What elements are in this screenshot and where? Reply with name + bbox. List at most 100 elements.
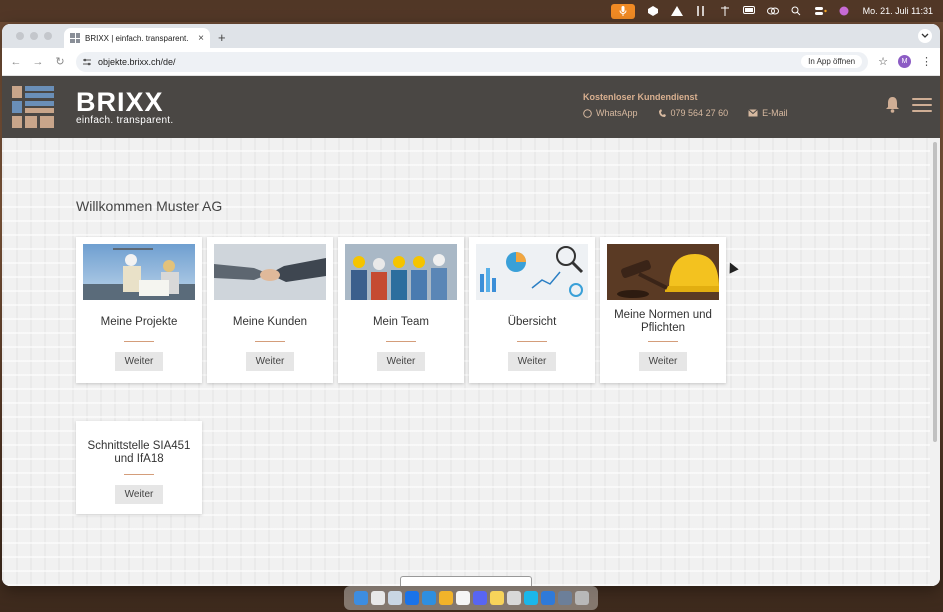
- card-uebersicht[interactable]: Übersicht Weiter: [469, 237, 595, 383]
- new-tab-button[interactable]: +: [218, 30, 226, 45]
- search-icon[interactable]: [791, 6, 803, 16]
- welcome-heading: Willkommen Muster AG: [76, 198, 223, 214]
- weiter-button-projekte[interactable]: Weiter: [114, 352, 164, 371]
- weiter-button-schnittstelle[interactable]: Weiter: [114, 485, 164, 504]
- tools-icon[interactable]: [695, 6, 707, 16]
- browser-window: BRIXX | einfach. transparent. × + ← → ↻ …: [2, 24, 940, 586]
- card-title: Meine Kunden: [232, 315, 308, 328]
- customer-service: Kostenloser Kundendienst WhatsApp 079 56…: [583, 92, 788, 118]
- launchpad-icon[interactable]: [370, 591, 385, 605]
- scrollbar-thumb[interactable]: [933, 142, 937, 442]
- card-title: Meine Normen und Pflichten: [614, 309, 712, 334]
- zoom-window-button[interactable]: [44, 32, 52, 40]
- weiter-button-kunden[interactable]: Weiter: [245, 352, 295, 371]
- brand[interactable]: BRIXX einfach. transparent.: [76, 86, 174, 126]
- site-header: BRIXX einfach. transparent. Kostenloser …: [2, 76, 940, 138]
- handshake-photo: [214, 244, 326, 300]
- card-meine-projekte[interactable]: Meine Projekte Weiter: [76, 237, 202, 383]
- service-title: Kostenloser Kundendienst: [583, 92, 698, 102]
- vimeo-icon[interactable]: [523, 591, 538, 605]
- drive-icon[interactable]: [670, 6, 683, 16]
- extension-icon[interactable]: [647, 6, 659, 16]
- url-text[interactable]: objekte.brixx.ch/de/: [98, 57, 176, 67]
- card-schnittstelle[interactable]: Schnittstelle SIA451 und IfA18 Weiter: [76, 421, 202, 514]
- card-divider: [386, 341, 416, 342]
- window-controls: [16, 32, 52, 40]
- reload-icon[interactable]: ↻: [54, 55, 66, 68]
- open-in-app-button[interactable]: In App öffnen: [801, 55, 863, 68]
- mail-at-icon[interactable]: [387, 591, 402, 605]
- address-bar[interactable]: objekte.brixx.ch/de/ In App öffnen: [76, 51, 869, 72]
- cloud-icon[interactable]: [540, 591, 555, 605]
- phone-icon: [658, 108, 666, 117]
- brand-tagline: einfach. transparent.: [76, 114, 174, 126]
- dashboard-content: Willkommen Muster AG Meine Projekte Weit…: [2, 138, 930, 586]
- web-page: BRIXX einfach. transparent. Kostenloser …: [2, 76, 940, 586]
- link-icon[interactable]: [766, 6, 779, 16]
- email-label: E-Mail: [762, 108, 788, 118]
- card-meine-kunden[interactable]: Meine Kunden Weiter: [207, 237, 333, 383]
- battery-icon[interactable]: [742, 6, 755, 16]
- notification-bell-icon[interactable]: [885, 96, 900, 113]
- whatsapp-link[interactable]: WhatsApp: [583, 108, 638, 118]
- dock-tooltip: [400, 576, 532, 586]
- browser-toolbar: ← → ↻ objekte.brixx.ch/de/ In App öffnen…: [2, 48, 940, 76]
- page-scrollbar[interactable]: [930, 138, 940, 586]
- charts-magnifier-photo: [476, 244, 588, 300]
- macos-dock: [344, 586, 598, 610]
- whatsapp-icon: [583, 108, 592, 118]
- discord-icon[interactable]: [472, 591, 487, 605]
- brixx-favicon-icon: [70, 33, 80, 43]
- phone-number: 079 564 27 60: [670, 108, 729, 118]
- close-tab-icon[interactable]: ×: [198, 33, 204, 44]
- app-icon[interactable]: [404, 591, 419, 605]
- card-title: Mein Team: [372, 315, 430, 328]
- macos-menubar: Mo. 21. Juli 11:31: [0, 0, 943, 22]
- construction-workers-photo: [83, 244, 195, 300]
- back-arrow-icon[interactable]: ←: [10, 56, 22, 68]
- forward-arrow-icon[interactable]: →: [32, 56, 44, 68]
- bookmark-star-icon[interactable]: ☆: [878, 55, 888, 68]
- site-info-icon[interactable]: [82, 57, 92, 67]
- menubar-clock[interactable]: Mo. 21. Juli 11:31: [863, 6, 933, 16]
- desktop-icon[interactable]: [557, 591, 572, 605]
- menubar-status-area: Mo. 21. Juli 11:31: [610, 3, 933, 19]
- browser-menu-icon[interactable]: ⋮: [921, 55, 932, 68]
- card-title: Übersicht: [507, 315, 557, 328]
- brand-name: BRIXX: [76, 86, 164, 117]
- profile-avatar[interactable]: M: [898, 55, 911, 68]
- header-actions: [885, 96, 932, 113]
- calendar-icon[interactable]: [455, 591, 470, 605]
- card-title: Meine Projekte: [100, 315, 178, 328]
- phone-link[interactable]: 079 564 27 60: [658, 108, 729, 118]
- notes-icon[interactable]: [489, 591, 504, 605]
- card-meine-normen-und-pflichten[interactable]: Meine Normen und Pflichten Weiter: [600, 237, 726, 383]
- card-mein-team[interactable]: Mein Team Weiter: [338, 237, 464, 383]
- finder-icon[interactable]: [353, 591, 368, 605]
- tab-brixx[interactable]: BRIXX | einfach. transparent. ×: [64, 28, 210, 48]
- control-center-icon[interactable]: [814, 6, 827, 16]
- tab-search-chevron-icon[interactable]: [918, 29, 932, 43]
- email-link[interactable]: E-Mail: [748, 108, 788, 118]
- microphone-icon[interactable]: [610, 3, 635, 19]
- close-window-button[interactable]: [16, 32, 24, 40]
- minimize-window-button[interactable]: [30, 32, 38, 40]
- safari-icon[interactable]: [421, 591, 436, 605]
- brixx-logo-icon[interactable]: [12, 86, 54, 128]
- chrome-icon[interactable]: [438, 591, 453, 605]
- weiter-button-team[interactable]: Weiter: [376, 352, 426, 371]
- whatsapp-label: WhatsApp: [596, 108, 638, 118]
- siri-icon[interactable]: [839, 6, 851, 16]
- hamburger-menu-icon[interactable]: [912, 97, 932, 112]
- weiter-button-normen[interactable]: Weiter: [638, 352, 688, 371]
- card-divider: [124, 474, 154, 475]
- card-divider: [517, 341, 547, 342]
- envelope-icon: [748, 109, 758, 117]
- card-title: Schnittstelle SIA451 und IfA18: [87, 440, 191, 465]
- card-divider: [648, 341, 678, 342]
- gavel-helmet-photo: [607, 244, 719, 300]
- weiter-button-uebersicht[interactable]: Weiter: [507, 352, 557, 371]
- preview-icon[interactable]: [506, 591, 521, 605]
- trash-icon[interactable]: [574, 591, 589, 605]
- sliders-icon[interactable]: [719, 6, 731, 16]
